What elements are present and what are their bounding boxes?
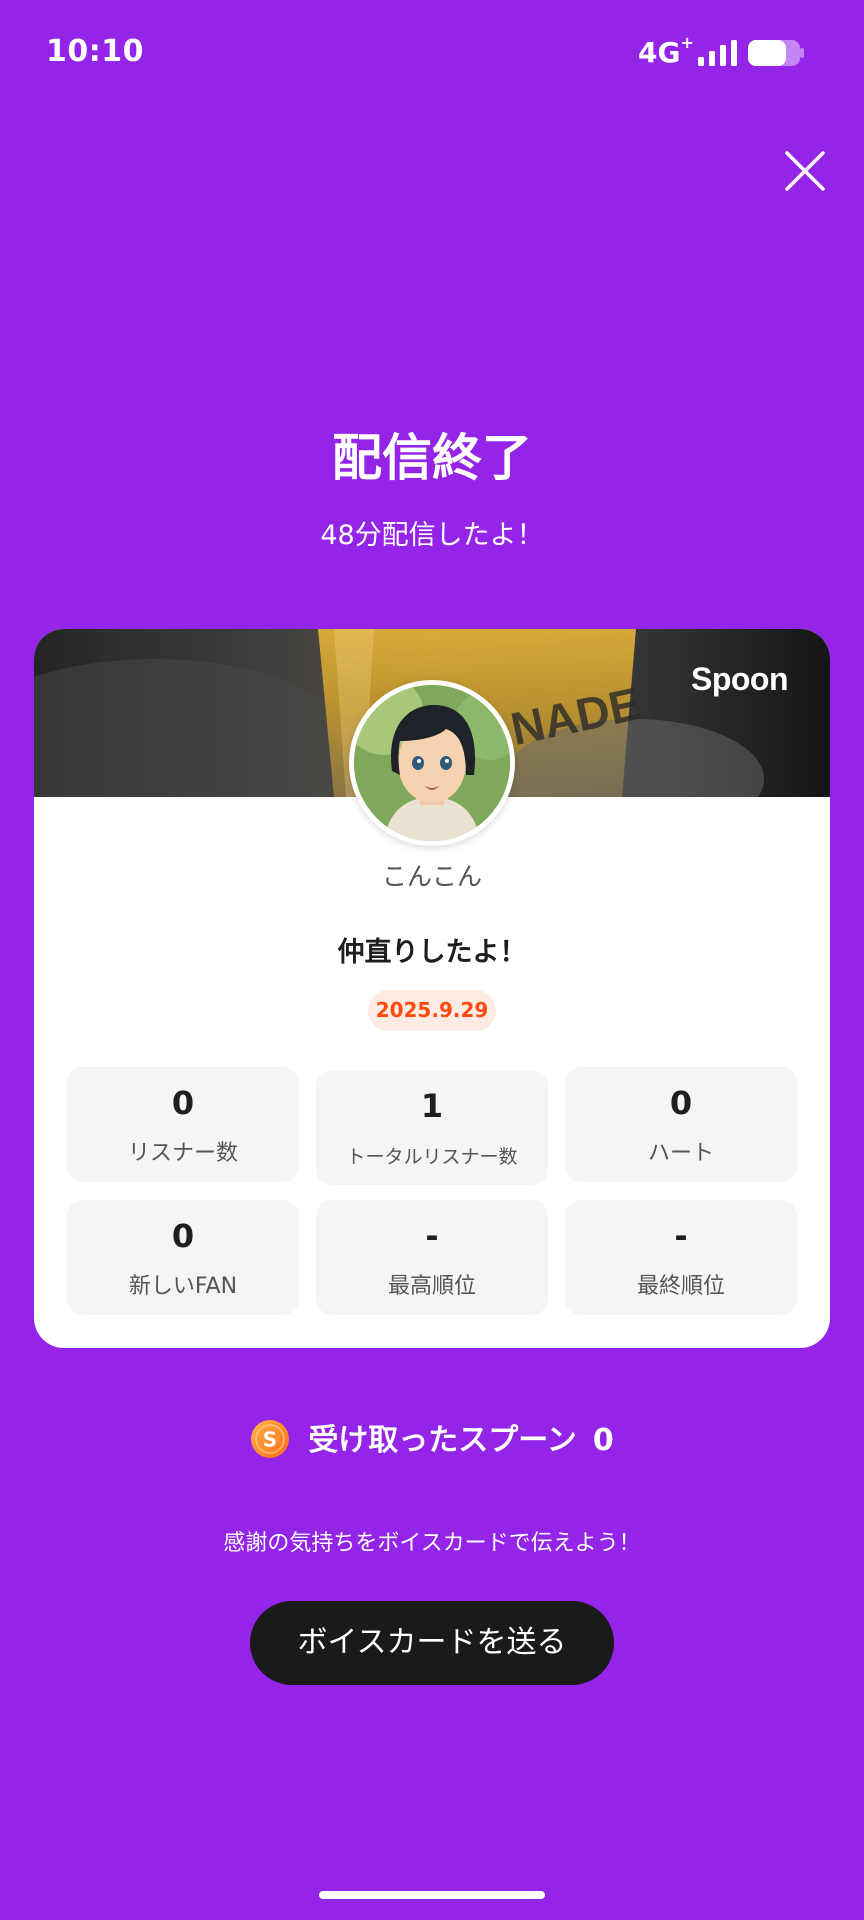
network-label: 4G [638,36,681,69]
coin-letter: S [263,1427,277,1451]
signal-bars-icon [698,40,737,66]
network-type: 4G+ [638,32,694,69]
received-spoons-count: 0 [592,1423,614,1458]
spoon-coin-icon: S [251,1419,290,1458]
stat-total-listeners: 1 トータルリスナー数 [316,1070,548,1185]
status-bar: 10:10 4G+ [0,0,864,106]
voice-card-prompt: 感謝の気持ちをボイスカードで伝えよう！ [223,1531,641,1556]
stat-label: 新しいFAN [128,1274,238,1299]
stat-label: 最終順位 [636,1274,725,1299]
send-voice-card-button[interactable]: ボイスカードを送る [250,1601,614,1685]
stat-new-fans: 0 新しいFAN [67,1200,299,1315]
avatar-image [354,685,510,841]
status-time: 10:10 [46,34,144,69]
stat-label: トータルリスナー数 [346,1146,518,1168]
spoon-logo: Spoon [690,661,789,697]
network-plus: + [680,32,694,52]
stat-final-rank: - 最終順位 [565,1200,797,1315]
stat-value: 1 [420,1087,444,1125]
avatar[interactable] [349,680,515,846]
broadcast-summary-card: NADE Spoon こんこん 仲直りしたよ！ 2025.9.29 0 リスナー… [34,629,830,1348]
stat-label: 最高順位 [387,1274,476,1299]
broadcast-duration: 48分配信したよ！ [320,520,544,551]
page-title: 配信終了 [332,429,532,487]
home-indicator[interactable] [319,1891,545,1899]
user-name: こんこん [381,862,482,891]
stat-value: - [425,1217,439,1255]
stat-value: 0 [171,1217,195,1255]
battery-icon [748,40,804,66]
stat-label: リスナー数 [127,1141,238,1166]
stat-label: ハート [647,1141,714,1166]
stat-hearts: 0 ハート [565,1067,797,1182]
close-icon[interactable] [782,148,828,194]
live-title: 仲直りしたよ！ [337,937,527,968]
received-spoons: S 受け取ったスプーン 0 [0,1418,864,1464]
received-spoons-label: 受け取ったスプーン [308,1423,577,1458]
date-badge: 2025.9.29 [368,990,496,1031]
stat-value: 0 [171,1084,195,1122]
stat-listeners: 0 リスナー数 [67,1067,299,1182]
stat-highest-rank: - 最高順位 [316,1200,548,1315]
stat-value: - [674,1217,688,1255]
stat-value: 0 [669,1084,693,1122]
